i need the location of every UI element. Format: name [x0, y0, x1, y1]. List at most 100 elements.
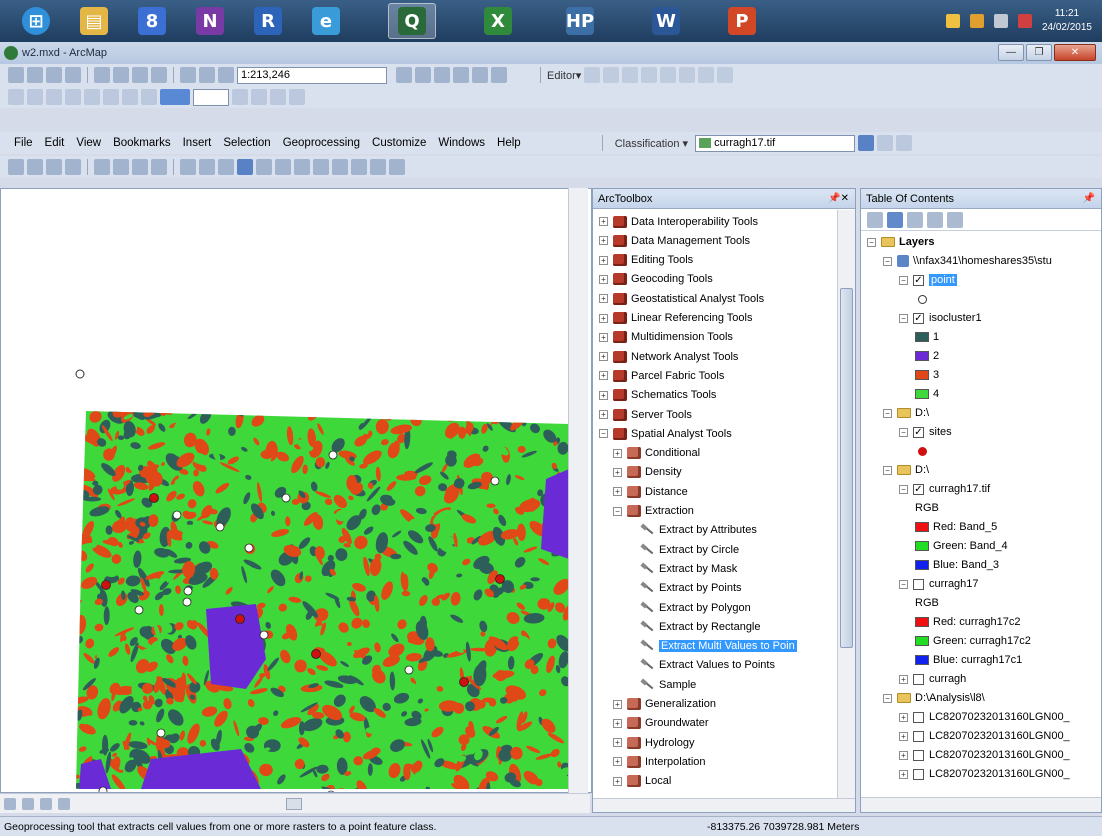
legend-swatch[interactable]: [915, 389, 929, 399]
legend-swatch[interactable]: [915, 617, 929, 627]
layout-tool-icon[interactable]: [84, 89, 100, 105]
legend-swatch[interactable]: [915, 522, 929, 532]
toc-item[interactable]: Green: curragh17c2: [915, 632, 1031, 650]
taskbar-app-file-explorer[interactable]: ▤: [70, 3, 118, 39]
toc-item[interactable]: Green: Band_4: [915, 537, 1008, 555]
point-feature[interactable]: [98, 786, 108, 792]
straight-segment-icon[interactable]: [622, 67, 639, 83]
expand-icon[interactable]: +: [899, 731, 908, 741]
layer-visibility-checkbox[interactable]: ✓: [913, 312, 924, 324]
sketch-properties-icon[interactable]: [717, 67, 734, 83]
collapse-icon[interactable]: −: [883, 693, 892, 703]
toc-item[interactable]: 2: [915, 347, 939, 365]
layer-visibility-checkbox[interactable]: ✓: [913, 483, 924, 495]
training-sample-icon[interactable]: [896, 135, 913, 151]
map-display[interactable]: [0, 188, 592, 793]
menu-geoprocessing[interactable]: Geoprocessing: [277, 137, 366, 149]
arctoolbox-item[interactable]: + Editing Tools: [599, 251, 693, 270]
arctoolbox-item[interactable]: + Parcel Fabric Tools: [599, 366, 724, 385]
expand-icon[interactable]: +: [613, 467, 622, 477]
point-feature[interactable]: [75, 369, 85, 379]
menu-bookmarks[interactable]: Bookmarks: [107, 137, 177, 149]
point-feature[interactable]: [156, 728, 166, 738]
collapse-icon[interactable]: −: [899, 313, 908, 323]
editor-menu[interactable]: Editor▾: [547, 69, 581, 82]
layout-tool-icon[interactable]: [103, 89, 119, 105]
layout-tool-icon[interactable]: [232, 89, 248, 105]
arctoolbox-item[interactable]: Sample: [627, 675, 696, 694]
expand-icon[interactable]: +: [899, 674, 908, 684]
site-feature[interactable]: [101, 580, 111, 590]
battery-icon[interactable]: [993, 14, 1008, 28]
arctoolbox-item[interactable]: Extract by Attributes: [627, 521, 757, 540]
refresh-icon[interactable]: [40, 797, 52, 810]
layout-tool-icon[interactable]: [8, 89, 24, 105]
collapse-icon[interactable]: −: [883, 408, 892, 418]
toc-item[interactable]: Red: Band_5: [915, 518, 997, 536]
collapse-icon[interactable]: −: [599, 429, 608, 439]
point-feature[interactable]: [182, 597, 192, 607]
trace-icon[interactable]: [641, 67, 658, 83]
attributes-icon[interactable]: [698, 67, 715, 83]
taskbar-app-arcmap[interactable]: Q: [388, 3, 436, 39]
copy-icon[interactable]: [113, 67, 129, 83]
edit-tool-icon[interactable]: [584, 67, 601, 83]
taskbar-app-word[interactable]: W: [642, 3, 690, 39]
print-icon[interactable]: [65, 67, 81, 83]
expand-icon[interactable]: +: [599, 352, 608, 362]
expand-icon[interactable]: +: [899, 712, 908, 722]
toc-item[interactable]: − ✓ point: [899, 271, 957, 289]
toc-item[interactable]: − D:\: [883, 404, 929, 422]
collapse-icon[interactable]: −: [883, 256, 892, 266]
layout-tool-icon[interactable]: [270, 89, 286, 105]
color-swatch-icon[interactable]: [160, 89, 190, 105]
redo-icon[interactable]: [199, 67, 215, 83]
site-feature[interactable]: [149, 493, 159, 503]
point-feature[interactable]: [404, 665, 414, 675]
classification-menu[interactable]: Classification ▾: [615, 137, 688, 150]
site-feature[interactable]: [495, 574, 505, 584]
new-icon[interactable]: [8, 67, 24, 83]
menu-help[interactable]: Help: [491, 137, 527, 149]
taskbar-app-onenote[interactable]: N: [186, 3, 234, 39]
toc-item[interactable]: − ✓ curragh17.tif: [899, 480, 990, 498]
find-route-icon[interactable]: [332, 159, 348, 175]
html-popup-icon[interactable]: [275, 159, 291, 175]
expand-icon[interactable]: +: [599, 294, 608, 304]
menu-windows[interactable]: Windows: [432, 137, 491, 149]
search-icon[interactable]: [453, 67, 469, 83]
expand-icon[interactable]: +: [599, 410, 608, 419]
scroll-thumb[interactable]: [286, 797, 302, 810]
toc-item[interactable]: 4: [915, 385, 939, 403]
collapse-icon[interactable]: −: [899, 427, 908, 437]
expand-icon[interactable]: +: [599, 390, 608, 400]
find-icon[interactable]: [313, 159, 329, 175]
point-feature[interactable]: [172, 510, 182, 520]
layer-visibility-checkbox[interactable]: [913, 768, 924, 780]
arctoolbox-item[interactable]: + Generalization: [613, 695, 716, 714]
arctoolbox-icon[interactable]: [472, 67, 488, 83]
back-icon[interactable]: [132, 159, 148, 175]
menu-edit[interactable]: Edit: [39, 137, 71, 149]
expand-icon[interactable]: +: [599, 255, 608, 265]
layer-visibility-checkbox[interactable]: [913, 749, 924, 761]
undo-icon[interactable]: [180, 67, 196, 83]
editor-toolbar-icon[interactable]: [396, 67, 412, 83]
layout-tool-icon[interactable]: [27, 89, 43, 105]
point-feature[interactable]: [244, 543, 254, 553]
clear-selection-icon[interactable]: [199, 159, 215, 175]
site-feature[interactable]: [311, 649, 321, 659]
pin-icon[interactable]: 📌✕: [828, 193, 849, 204]
network-icon[interactable]: [945, 14, 960, 28]
arctoolbox-item[interactable]: − Spatial Analyst Tools: [599, 424, 732, 443]
histogram-icon[interactable]: [877, 135, 894, 151]
arctoolbox-item[interactable]: + Linear Referencing Tools: [599, 309, 752, 328]
point-feature[interactable]: [215, 522, 225, 532]
expand-icon[interactable]: +: [899, 750, 908, 760]
time-slider-icon[interactable]: [370, 159, 386, 175]
layer-visibility-checkbox[interactable]: [913, 711, 924, 723]
taskbar-app-google-earth[interactable]: 8: [128, 3, 176, 39]
red-point-symbol-icon[interactable]: [918, 446, 927, 456]
expand-icon[interactable]: +: [599, 217, 608, 226]
taskbar-app-hp-app[interactable]: HP: [556, 3, 604, 39]
